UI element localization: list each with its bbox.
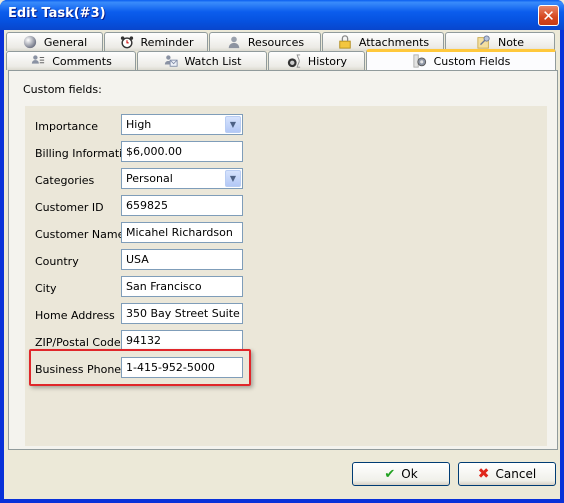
- tab-general[interactable]: General: [6, 32, 103, 51]
- importance-select[interactable]: High ▼: [121, 114, 243, 135]
- tab-reminder[interactable]: Reminder: [104, 32, 208, 51]
- person-icon: [228, 36, 240, 49]
- tab-watch-list[interactable]: Watch List: [137, 51, 267, 70]
- categories-value: Personal: [126, 172, 173, 185]
- field-label-categories: Categories: [35, 174, 95, 187]
- ok-button[interactable]: ✔ Ok: [352, 462, 450, 486]
- sphere-icon: [23, 35, 36, 49]
- cancel-label: Cancel: [495, 467, 537, 481]
- tab-label: Attachments: [358, 35, 430, 49]
- tab-label: Resources: [247, 35, 305, 49]
- history-icon: [287, 54, 301, 68]
- alarm-clock-icon: [120, 36, 133, 49]
- attachment-lock-icon: [339, 35, 351, 49]
- billing-information-input[interactable]: $6,000.00: [121, 141, 243, 162]
- close-button[interactable]: ✕: [538, 5, 559, 26]
- tab-label: General: [43, 35, 88, 49]
- custom-fields-panel: Custom fields: Importance High ▼ Billing…: [8, 70, 558, 450]
- tab-history[interactable]: History: [268, 51, 365, 70]
- chevron-down-icon[interactable]: ▼: [225, 116, 241, 133]
- field-label-country: Country: [35, 255, 79, 268]
- city-input[interactable]: San Francisco: [121, 276, 243, 297]
- tab-label: Reminder: [140, 35, 194, 49]
- ok-label: Ok: [401, 467, 418, 481]
- field-label-importance: Importance: [35, 120, 99, 133]
- x-icon: ✖: [477, 466, 490, 482]
- checkmark-icon: ✔: [384, 466, 396, 482]
- customer-id-input[interactable]: 659825: [121, 195, 243, 216]
- country-input[interactable]: USA: [121, 249, 243, 270]
- window-title: Edit Task(#3): [8, 6, 106, 21]
- field-label-home-address: Home Address: [35, 309, 115, 322]
- gear-icon: [413, 54, 426, 68]
- customer-name-input[interactable]: Micahel Richardson: [121, 222, 243, 243]
- watch-list-icon: [164, 55, 178, 67]
- tab-comments[interactable]: Comments: [6, 51, 136, 70]
- dialog-client: General Reminder Resources Attachments N…: [4, 30, 560, 499]
- field-label-customer-id: Customer ID: [35, 201, 104, 214]
- pushpin-note-icon: [477, 35, 490, 49]
- home-address-input[interactable]: 350 Bay Street Suite 25: [121, 303, 243, 324]
- highlight-box: [29, 349, 251, 386]
- field-label-city: City: [35, 282, 57, 295]
- comments-icon: [32, 55, 45, 64]
- tab-resources[interactable]: Resources: [209, 32, 321, 51]
- field-label-customer-name: Customer Name: [35, 228, 125, 241]
- tab-label: Custom Fields: [433, 54, 511, 68]
- importance-value: High: [126, 118, 152, 131]
- tab-custom-fields[interactable]: Custom Fields: [366, 49, 556, 70]
- chevron-down-icon[interactable]: ▼: [225, 170, 241, 187]
- zip-postal-code-input[interactable]: 94132: [121, 330, 243, 351]
- custom-fields-heading: Custom fields:: [23, 83, 102, 96]
- tab-label: Comments: [52, 54, 112, 68]
- tab-label: History: [307, 54, 348, 68]
- field-label-zip-postal-code: ZIP/Postal Code: [35, 336, 121, 349]
- categories-select[interactable]: Personal ▼: [121, 168, 243, 189]
- tab-label: Note: [497, 35, 525, 49]
- dialog-window: Edit Task(#3) ✕ General Reminder Resourc…: [0, 0, 564, 503]
- cancel-button[interactable]: ✖ Cancel: [458, 462, 556, 486]
- close-icon: ✕: [542, 6, 555, 25]
- tab-label: Watch List: [184, 54, 242, 68]
- custom-fields-box: Importance High ▼ Billing Information $6…: [25, 106, 547, 446]
- title-bar[interactable]: Edit Task(#3) ✕: [0, 0, 564, 30]
